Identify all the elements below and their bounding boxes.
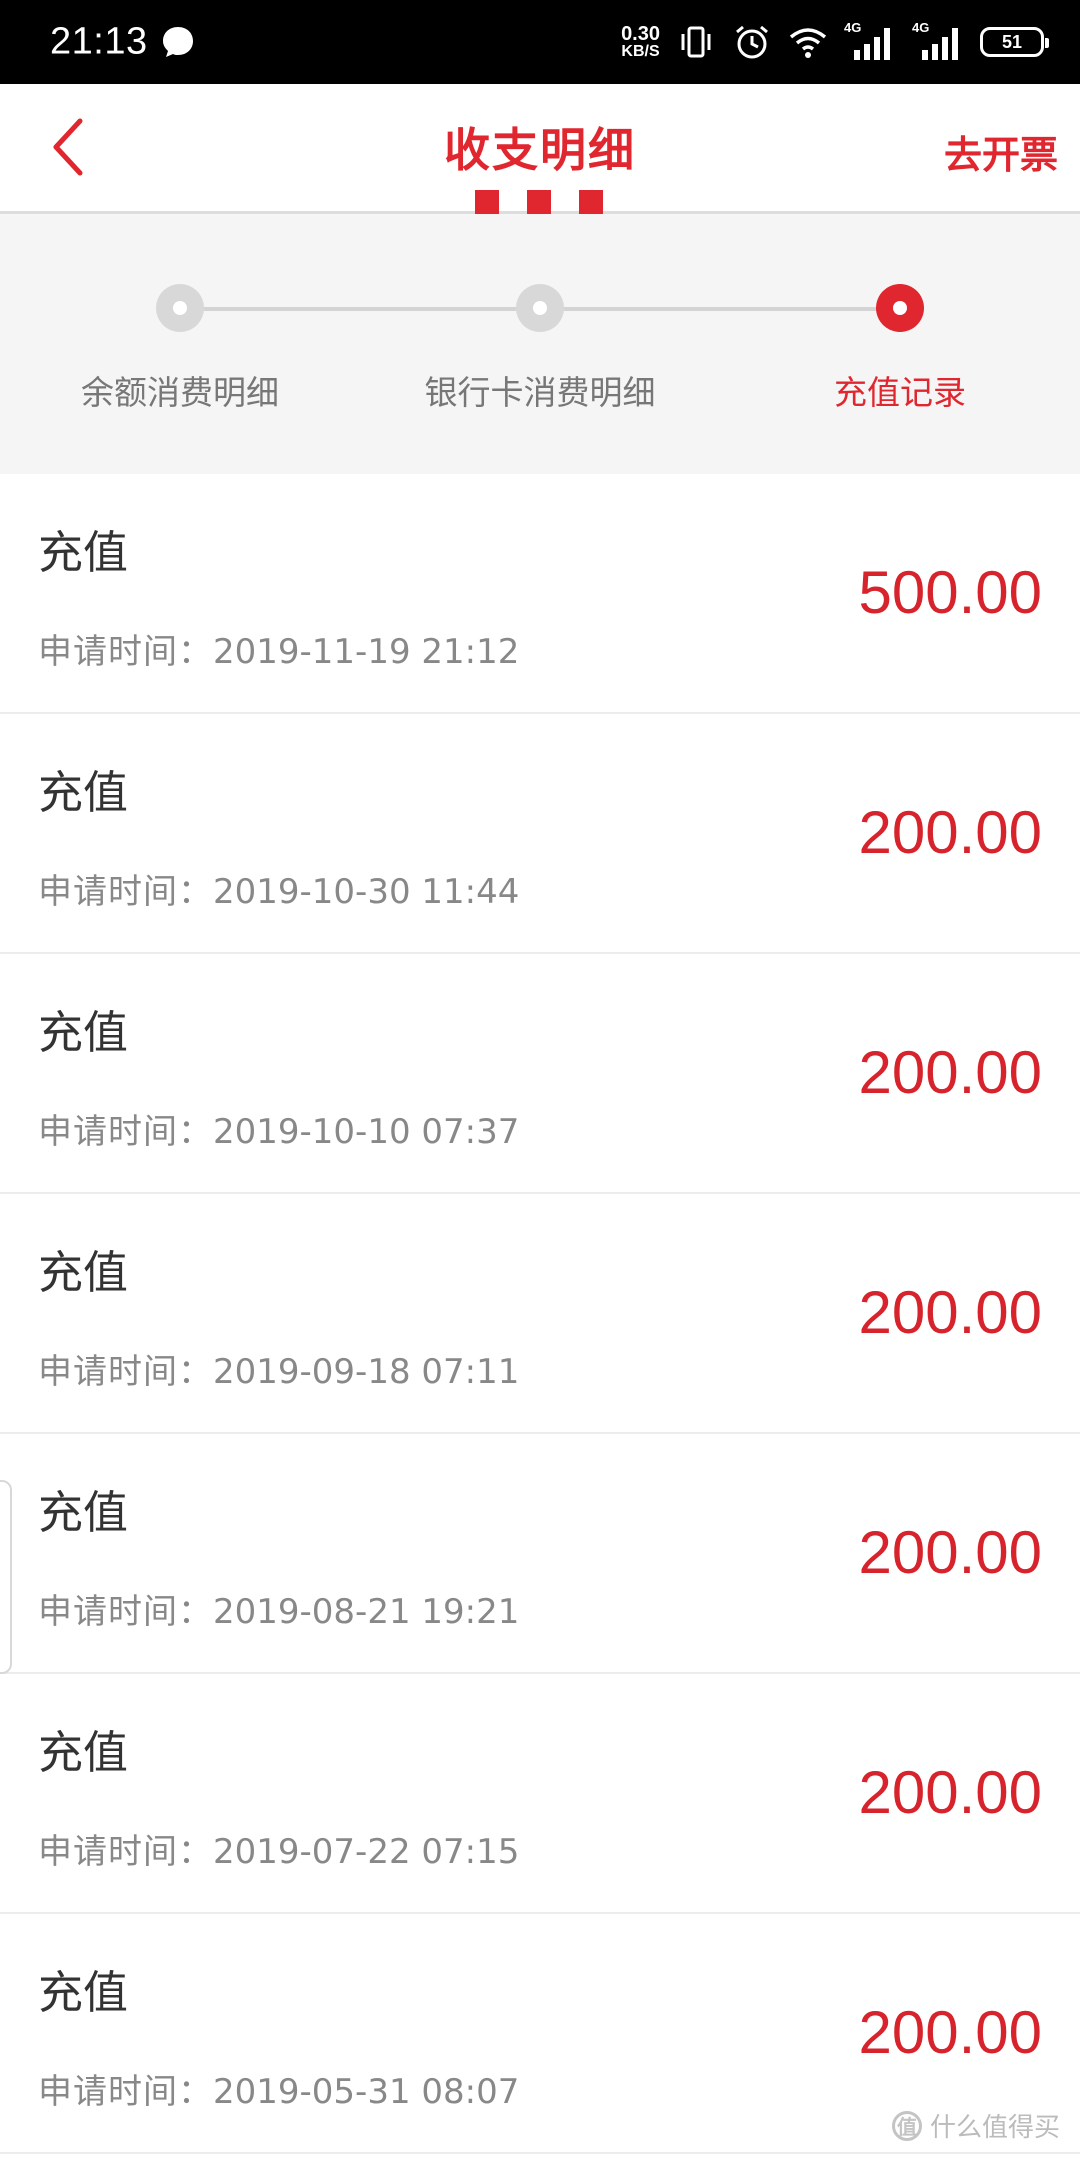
record-amount: 500.00 <box>858 559 1042 626</box>
record-time-label: 申请时间： <box>38 1592 213 1632</box>
status-indicators: 0.30 KB/S 4G 4G 51 <box>621 0 1049 84</box>
tab-dot <box>516 284 564 332</box>
record-time-value: 2019-09-18 07:11 <box>213 1352 520 1392</box>
record-time-label: 申请时间： <box>38 2072 213 2112</box>
list-item[interactable]: 充值 申请时间：2019-10-30 11:44 200.00 <box>0 714 1080 954</box>
chat-bubble-icon <box>163 27 193 57</box>
signal-label-1: 4G <box>844 20 862 35</box>
network-speed-unit: KB/S <box>621 43 660 60</box>
tab-label: 充值记录 <box>834 373 966 412</box>
signal-label-2: 4G <box>912 20 930 35</box>
record-title: 充值 <box>38 1246 129 1299</box>
battery-indicator: 51 <box>980 27 1049 57</box>
tab-dot-active <box>876 284 924 332</box>
record-time-label: 申请时间： <box>38 1832 213 1872</box>
list-item[interactable]: 充值 申请时间：2019-11-19 21:12 500.00 <box>0 474 1080 714</box>
recharge-record-list: 充值 申请时间：2019-11-19 21:12 500.00 充值 申请时间：… <box>0 474 1080 2154</box>
record-time-label: 申请时间： <box>38 1352 213 1392</box>
watermark: 值 什么值得买 <box>891 2107 1060 2144</box>
tab-label: 银行卡消费明细 <box>424 373 656 412</box>
title-mark <box>527 190 551 214</box>
record-title: 充值 <box>38 1966 129 2019</box>
record-time: 申请时间：2019-09-18 07:11 <box>38 1344 519 1393</box>
list-item[interactable]: 充值 申请时间：2019-10-10 07:37 200.00 <box>0 954 1080 1194</box>
watermark-text: 什么值得买 <box>929 2113 1060 2143</box>
record-amount: 200.00 <box>858 799 1042 866</box>
record-time: 申请时间：2019-10-30 11:44 <box>38 864 519 913</box>
record-time: 申请时间：2019-05-31 08:07 <box>38 2064 519 2113</box>
signal-strength-2: 4G <box>912 20 964 62</box>
floating-edge-handle[interactable] <box>0 1480 12 1674</box>
list-item[interactable]: 充值 申请时间：2019-09-18 07:11 200.00 <box>0 1194 1080 1434</box>
record-time-value: 2019-08-21 19:21 <box>213 1592 520 1632</box>
list-item[interactable]: 充值 申请时间：2019-07-22 07:15 200.00 <box>0 1674 1080 1914</box>
record-type-tabs: 余额消费明细 银行卡消费明细 充值记录 <box>0 214 1080 474</box>
tab-bank-card-spending[interactable]: 银行卡消费明细 <box>380 284 700 414</box>
status-time: 21:13 <box>50 20 148 63</box>
tab-label: 余额消费明细 <box>81 373 279 412</box>
tab-recharge-records[interactable]: 充值记录 <box>740 284 1060 414</box>
list-item[interactable]: 充值 申请时间：2019-08-21 19:21 200.00 <box>0 1434 1080 1674</box>
title-underline-marks <box>475 190 603 214</box>
record-time-label: 申请时间： <box>38 632 213 672</box>
invoice-button[interactable]: 去开票 <box>944 124 1058 179</box>
record-title: 充值 <box>38 766 129 819</box>
record-amount: 200.00 <box>858 1759 1042 1826</box>
network-speed-value: 0.30 <box>621 23 660 45</box>
wifi-icon <box>789 28 827 58</box>
record-time-value: 2019-10-30 11:44 <box>213 872 520 912</box>
battery-level: 51 <box>1001 31 1023 52</box>
status-bar: 21:13 0.30 KB/S 4G 4G 51 <box>0 0 1080 84</box>
record-title: 充值 <box>38 1006 129 1059</box>
record-amount: 200.00 <box>858 1039 1042 1106</box>
record-amount: 200.00 <box>858 1279 1042 1346</box>
record-time: 申请时间：2019-11-19 21:12 <box>38 624 519 673</box>
record-title: 充值 <box>38 1486 129 1539</box>
app-header: 收支明细 去开票 <box>0 84 1080 214</box>
title-mark <box>475 190 499 214</box>
signal-strength-1: 4G <box>844 20 896 62</box>
record-time: 申请时间：2019-08-21 19:21 <box>38 1584 519 1633</box>
page-title: 收支明细 <box>444 123 636 177</box>
record-title: 充值 <box>38 1726 129 1779</box>
tab-dot <box>156 284 204 332</box>
record-time-value: 2019-05-31 08:07 <box>213 2072 520 2112</box>
record-time-value: 2019-10-10 07:37 <box>213 1112 520 1152</box>
record-time-label: 申请时间： <box>38 872 213 912</box>
title-mark <box>579 190 603 214</box>
alarm-icon <box>736 25 768 59</box>
record-amount: 200.00 <box>858 1999 1042 2066</box>
watermark-logo-icon: 值 <box>891 2110 922 2141</box>
record-time: 申请时间：2019-07-22 07:15 <box>38 1824 519 1873</box>
vibrate-icon <box>681 26 711 58</box>
record-time-value: 2019-11-19 21:12 <box>213 632 520 672</box>
tab-balance-spending[interactable]: 余额消费明细 <box>20 284 340 414</box>
record-time-label: 申请时间： <box>38 1112 213 1152</box>
record-time-value: 2019-07-22 07:15 <box>213 1832 520 1872</box>
record-title: 充值 <box>38 526 129 579</box>
record-time: 申请时间：2019-10-10 07:37 <box>38 1104 519 1153</box>
record-amount: 200.00 <box>858 1519 1042 1586</box>
network-speed: 0.30 KB/S <box>621 24 660 60</box>
